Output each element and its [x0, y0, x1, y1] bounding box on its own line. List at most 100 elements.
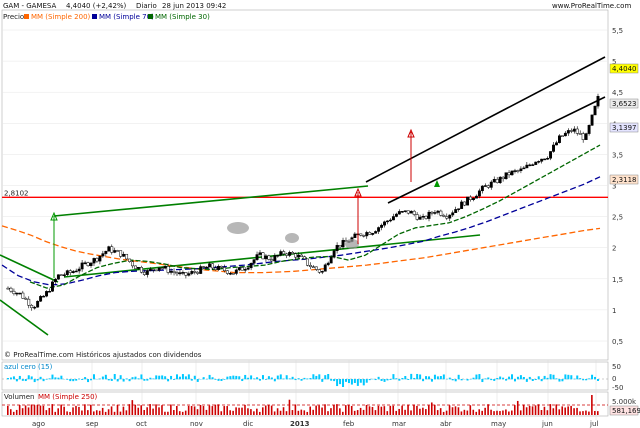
y-tick-label: 3,5	[612, 151, 623, 159]
candle-body	[6, 287, 10, 290]
candle-body	[15, 292, 19, 295]
indicator-bar	[140, 374, 143, 380]
indicator-bar	[116, 379, 119, 382]
datetime: 28 jun 2013 09:42	[162, 2, 226, 10]
candle-body	[172, 271, 176, 273]
volume-bar	[564, 407, 566, 415]
y-tick-label: 2,5	[612, 214, 623, 222]
candle-body	[445, 216, 449, 219]
indicator-tick-0: 0	[612, 375, 616, 383]
volume-bar	[229, 410, 231, 415]
indicator-panel	[1, 361, 609, 391]
candle-body	[145, 270, 149, 275]
volume-bar	[128, 404, 131, 415]
candle-body	[543, 158, 547, 161]
candle-body	[243, 269, 247, 271]
indicator-bar	[407, 379, 410, 380]
volume-bar	[235, 407, 237, 415]
candle-body	[397, 211, 401, 215]
indicator-bar	[158, 375, 161, 380]
indicator-tick-minus50: -50	[612, 384, 623, 392]
indicator-bar	[122, 379, 125, 382]
mm200-value: 2,3118	[612, 176, 637, 184]
volume-bar	[134, 404, 137, 415]
indicator-bar	[546, 377, 549, 380]
indicator-bar	[540, 379, 543, 382]
candle-body	[234, 269, 238, 274]
indicator-bar	[175, 374, 178, 380]
candle-body	[537, 161, 541, 163]
candle-body	[107, 246, 111, 252]
candle-body	[148, 268, 152, 271]
volume-bar	[193, 406, 196, 415]
volume-bar	[445, 410, 448, 415]
candle-body	[492, 179, 496, 183]
indicator-bar	[490, 379, 493, 381]
volume-bar	[552, 408, 555, 415]
period: Diario	[136, 2, 157, 10]
candle-body	[237, 267, 241, 271]
indicator-bar	[42, 379, 45, 382]
indicator-bar	[457, 374, 460, 380]
indicator-bar	[350, 379, 353, 385]
indicator-bar	[54, 377, 57, 380]
volume-bar	[579, 411, 581, 415]
volume-bar	[582, 411, 584, 415]
volume-bar	[110, 406, 113, 415]
volume-bar	[558, 409, 561, 415]
candle-body	[394, 213, 398, 217]
indicator-bar	[416, 373, 419, 380]
indicator-bar	[460, 379, 463, 381]
indicator-bar	[481, 379, 484, 383]
candle-body	[113, 250, 117, 253]
volume-bar	[69, 411, 71, 415]
volume-bar	[416, 405, 418, 415]
volume-bar	[276, 408, 279, 415]
y-tick-label: 2	[612, 245, 616, 253]
volume-bar	[567, 406, 569, 415]
indicator-bar	[87, 379, 90, 383]
candle-body	[270, 259, 274, 262]
volume-bar	[448, 405, 451, 415]
indicator-bar	[161, 375, 164, 380]
indicator-bar	[250, 375, 253, 380]
volume-bar	[137, 407, 140, 415]
indicator-bar	[478, 374, 481, 380]
indicator-bar	[582, 379, 585, 381]
volume-bar	[92, 411, 95, 415]
indicator-bar	[149, 377, 152, 380]
volume-bar	[247, 408, 249, 415]
candle-body	[427, 211, 431, 219]
indicator-bar	[522, 376, 525, 380]
volume-bar	[297, 410, 300, 415]
volume-bar	[146, 407, 148, 415]
candle-body	[193, 271, 197, 273]
indicator-bar	[282, 378, 285, 380]
volume-bar	[356, 410, 359, 415]
candle-body	[305, 258, 309, 266]
candle-body	[276, 255, 280, 257]
volume-tick-5000k: 5.000k	[612, 398, 637, 406]
volume-bar	[330, 408, 332, 415]
candle-body	[424, 215, 428, 219]
candle-body	[474, 195, 478, 199]
indicator-bar	[585, 379, 588, 381]
indicator-bar	[344, 379, 347, 382]
candle-body	[86, 262, 90, 266]
volume-bar	[152, 408, 154, 415]
volume-bar	[54, 411, 57, 415]
volume-bar	[365, 404, 368, 415]
price-panel	[1, 9, 609, 361]
indicator-bar	[152, 378, 155, 380]
indicator-bar	[549, 374, 552, 380]
volume-bar	[15, 409, 18, 415]
indicator-bar	[27, 375, 30, 380]
volume-bar	[104, 411, 107, 415]
indicator-bar	[39, 376, 42, 380]
volume-bar	[537, 404, 540, 415]
volume-bar	[525, 407, 528, 415]
last-price-value: 4,4040	[612, 65, 637, 73]
candle-body	[231, 272, 235, 275]
volume-bar	[472, 409, 475, 415]
indicator-bar	[508, 376, 511, 380]
